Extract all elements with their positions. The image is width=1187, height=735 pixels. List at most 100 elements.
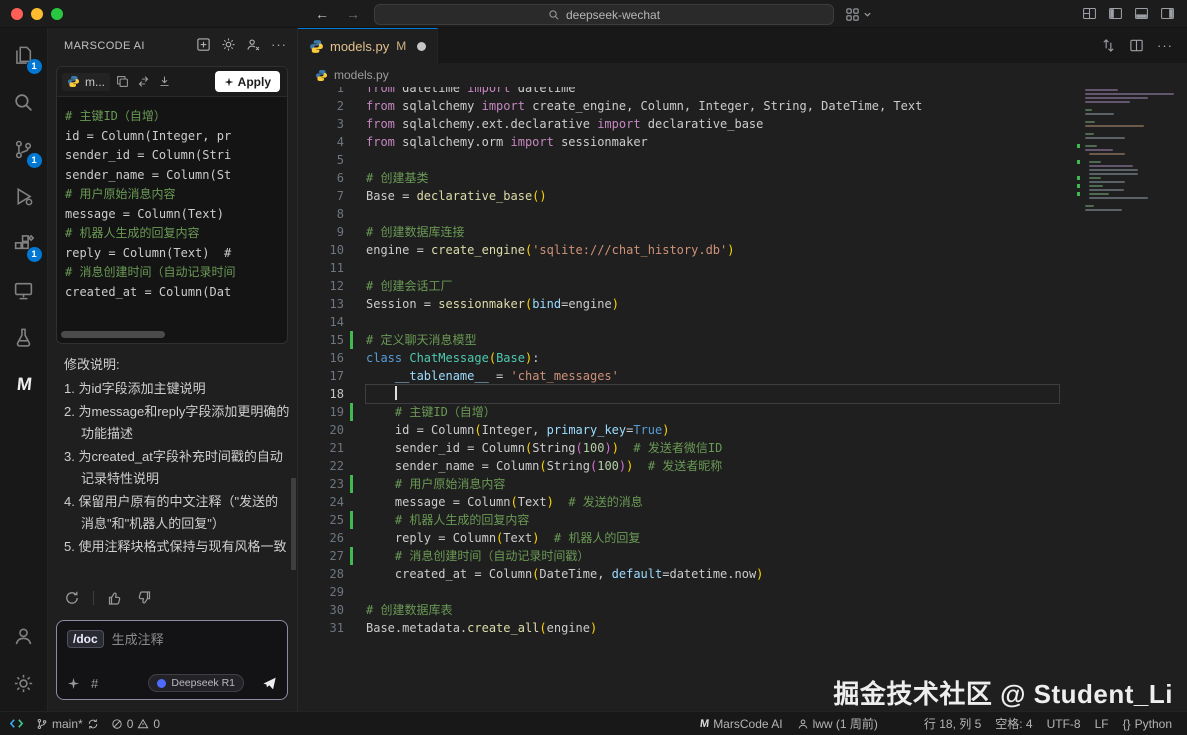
- back-icon[interactable]: ←: [315, 6, 329, 22]
- code-line[interactable]: 21 sender_id = Column(String(100)) # 发送者…: [298, 439, 1187, 457]
- breadcrumb-file[interactable]: models.py: [334, 68, 389, 82]
- code-line[interactable]: 20 id = Column(Integer, primary_key=True…: [298, 421, 1187, 439]
- sidebar-scrollbar-thumb[interactable]: [291, 478, 296, 570]
- code-line[interactable]: 29: [298, 583, 1187, 601]
- activitybar-source-control[interactable]: 1: [0, 126, 48, 173]
- code-line[interactable]: 16class ChatMessage(Base):: [298, 349, 1187, 367]
- code-text: id = Column(Integer, primary_key=True): [366, 421, 1059, 439]
- code-line[interactable]: 5: [298, 151, 1187, 169]
- apps-menu[interactable]: [845, 7, 872, 22]
- encoding-item[interactable]: UTF-8: [1042, 717, 1086, 731]
- code-line[interactable]: 24 message = Column(Text) # 发送的消息: [298, 493, 1187, 511]
- code-line[interactable]: 7Base = declarative_base(): [298, 187, 1187, 205]
- code-line[interactable]: 14: [298, 313, 1187, 331]
- apply-button[interactable]: Apply: [215, 71, 280, 92]
- activitybar-account[interactable]: [0, 613, 48, 660]
- code-line[interactable]: 3from sqlalchemy.ext.declarative import …: [298, 115, 1187, 133]
- activitybar-marscode[interactable]: M: [0, 361, 48, 408]
- thumbs-up-icon[interactable]: [107, 590, 123, 606]
- preview-horizontal-scrollbar[interactable]: [61, 331, 165, 338]
- preview-file-label: m...: [85, 75, 105, 89]
- toggle-panel-icon[interactable]: [1134, 6, 1149, 21]
- git-branch-item[interactable]: main*: [31, 712, 104, 735]
- code-text: # 创建基类: [366, 169, 1059, 187]
- fullscreen-window-button[interactable]: [51, 8, 63, 20]
- preview-code[interactable]: # 主键ID（自增）id = Column(Integer, prsender_…: [57, 97, 287, 302]
- code-line[interactable]: 1from datetime import datetime: [298, 87, 1187, 97]
- context-hash-icon[interactable]: #: [91, 676, 98, 691]
- code-line[interactable]: 22 sender_name = Column(String(100)) # 发…: [298, 457, 1187, 475]
- account-x-icon[interactable]: [246, 37, 261, 52]
- toggle-secondary-sidebar-icon[interactable]: [1160, 6, 1175, 21]
- minimap-line: [1077, 133, 1185, 135]
- chat-input-text[interactable]: 生成注释: [112, 629, 164, 648]
- activitybar-testing[interactable]: [0, 314, 48, 361]
- git-blame-item[interactable]: lww (1 周前): [792, 715, 883, 732]
- code-line[interactable]: 2from sqlalchemy import create_engine, C…: [298, 97, 1187, 115]
- compare-changes-icon[interactable]: [1101, 38, 1116, 53]
- code-line[interactable]: 8: [298, 205, 1187, 223]
- python-file-icon: [309, 39, 324, 54]
- command-center[interactable]: deepseek-wechat: [374, 4, 834, 25]
- marscode-status-item[interactable]: M MarsCode AI: [695, 717, 788, 731]
- code-line[interactable]: 6# 创建基类: [298, 169, 1187, 187]
- code-line[interactable]: 18: [298, 385, 1187, 403]
- code-line[interactable]: 13Session = sessionmaker(bind=engine): [298, 295, 1187, 313]
- unsaved-dot[interactable]: [417, 42, 426, 51]
- code-area[interactable]: 1from datetime import datetime2from sqla…: [298, 87, 1187, 711]
- customize-layout-icon[interactable]: [1082, 6, 1097, 21]
- code-line[interactable]: 12# 创建会话工厂: [298, 277, 1187, 295]
- split-editor-icon[interactable]: [1129, 38, 1144, 53]
- remote-indicator[interactable]: [4, 712, 29, 735]
- line-number: 3: [298, 115, 344, 133]
- regenerate-icon[interactable]: [64, 590, 80, 606]
- skills-sparkle-icon[interactable]: [67, 677, 80, 690]
- code-line[interactable]: 26 reply = Column(Text) # 机器人的回复: [298, 529, 1187, 547]
- send-button[interactable]: [262, 676, 277, 691]
- more-actions-icon[interactable]: ···: [1157, 41, 1173, 51]
- code-line[interactable]: 23 # 用户原始消息内容: [298, 475, 1187, 493]
- new-chat-icon[interactable]: [196, 37, 211, 52]
- code-line[interactable]: 30# 创建数据库表: [298, 601, 1187, 619]
- close-window-button[interactable]: [11, 8, 23, 20]
- code-line[interactable]: 19 # 主键ID（自增）: [298, 403, 1187, 421]
- breadcrumb[interactable]: models.py: [298, 63, 1187, 87]
- eol-item[interactable]: LF: [1090, 717, 1114, 731]
- slash-command-chip[interactable]: /doc: [67, 630, 104, 648]
- chat-input-box[interactable]: /doc 生成注释 # Deepseek R1: [56, 620, 288, 700]
- language-item[interactable]: {} Python: [1118, 717, 1177, 731]
- code-line[interactable]: 27 # 消息创建时间（自动记录时间戳）: [298, 547, 1187, 565]
- code-line[interactable]: 25 # 机器人生成的回复内容: [298, 511, 1187, 529]
- code-line[interactable]: 28 created_at = Column(DateTime, default…: [298, 565, 1187, 583]
- cursor-position-item[interactable]: 行 18, 列 5: [919, 715, 986, 732]
- deepseek-logo-icon: [157, 679, 166, 688]
- minimap[interactable]: [1077, 89, 1185, 213]
- code-line[interactable]: 10engine = create_engine('sqlite:///chat…: [298, 241, 1187, 259]
- indentation-item[interactable]: 空格: 4: [990, 715, 1037, 732]
- more-actions-icon[interactable]: ···: [271, 40, 287, 50]
- activitybar-run-debug[interactable]: [0, 173, 48, 220]
- code-line[interactable]: 9# 创建数据库连接: [298, 223, 1187, 241]
- copy-icon[interactable]: [116, 75, 129, 88]
- activitybar-settings[interactable]: [0, 660, 48, 707]
- activitybar-explorer[interactable]: 1: [0, 32, 48, 79]
- code-line[interactable]: 31Base.metadata.create_all(engine): [298, 619, 1187, 637]
- toggle-primary-sidebar-icon[interactable]: [1108, 6, 1123, 21]
- settings-gear-icon[interactable]: [221, 37, 236, 52]
- activitybar-remote-explorer[interactable]: [0, 267, 48, 314]
- activitybar-search[interactable]: [0, 79, 48, 126]
- activitybar-extensions[interactable]: 1: [0, 220, 48, 267]
- insert-icon[interactable]: [158, 75, 171, 88]
- preview-file-chip[interactable]: m...: [62, 73, 110, 91]
- code-line[interactable]: 4from sqlalchemy.orm import sessionmaker: [298, 133, 1187, 151]
- problems-item[interactable]: 0 0: [106, 712, 165, 735]
- diff-icon[interactable]: [137, 75, 150, 88]
- code-line[interactable]: 15# 定义聊天消息模型: [298, 331, 1187, 349]
- tab-models-py[interactable]: models.py M: [298, 28, 438, 63]
- forward-icon[interactable]: →: [346, 6, 360, 22]
- code-line[interactable]: 11: [298, 259, 1187, 277]
- model-selector[interactable]: Deepseek R1: [148, 674, 244, 692]
- minimize-window-button[interactable]: [31, 8, 43, 20]
- thumbs-down-icon[interactable]: [136, 590, 152, 606]
- code-line[interactable]: 17 __tablename__ = 'chat_messages': [298, 367, 1187, 385]
